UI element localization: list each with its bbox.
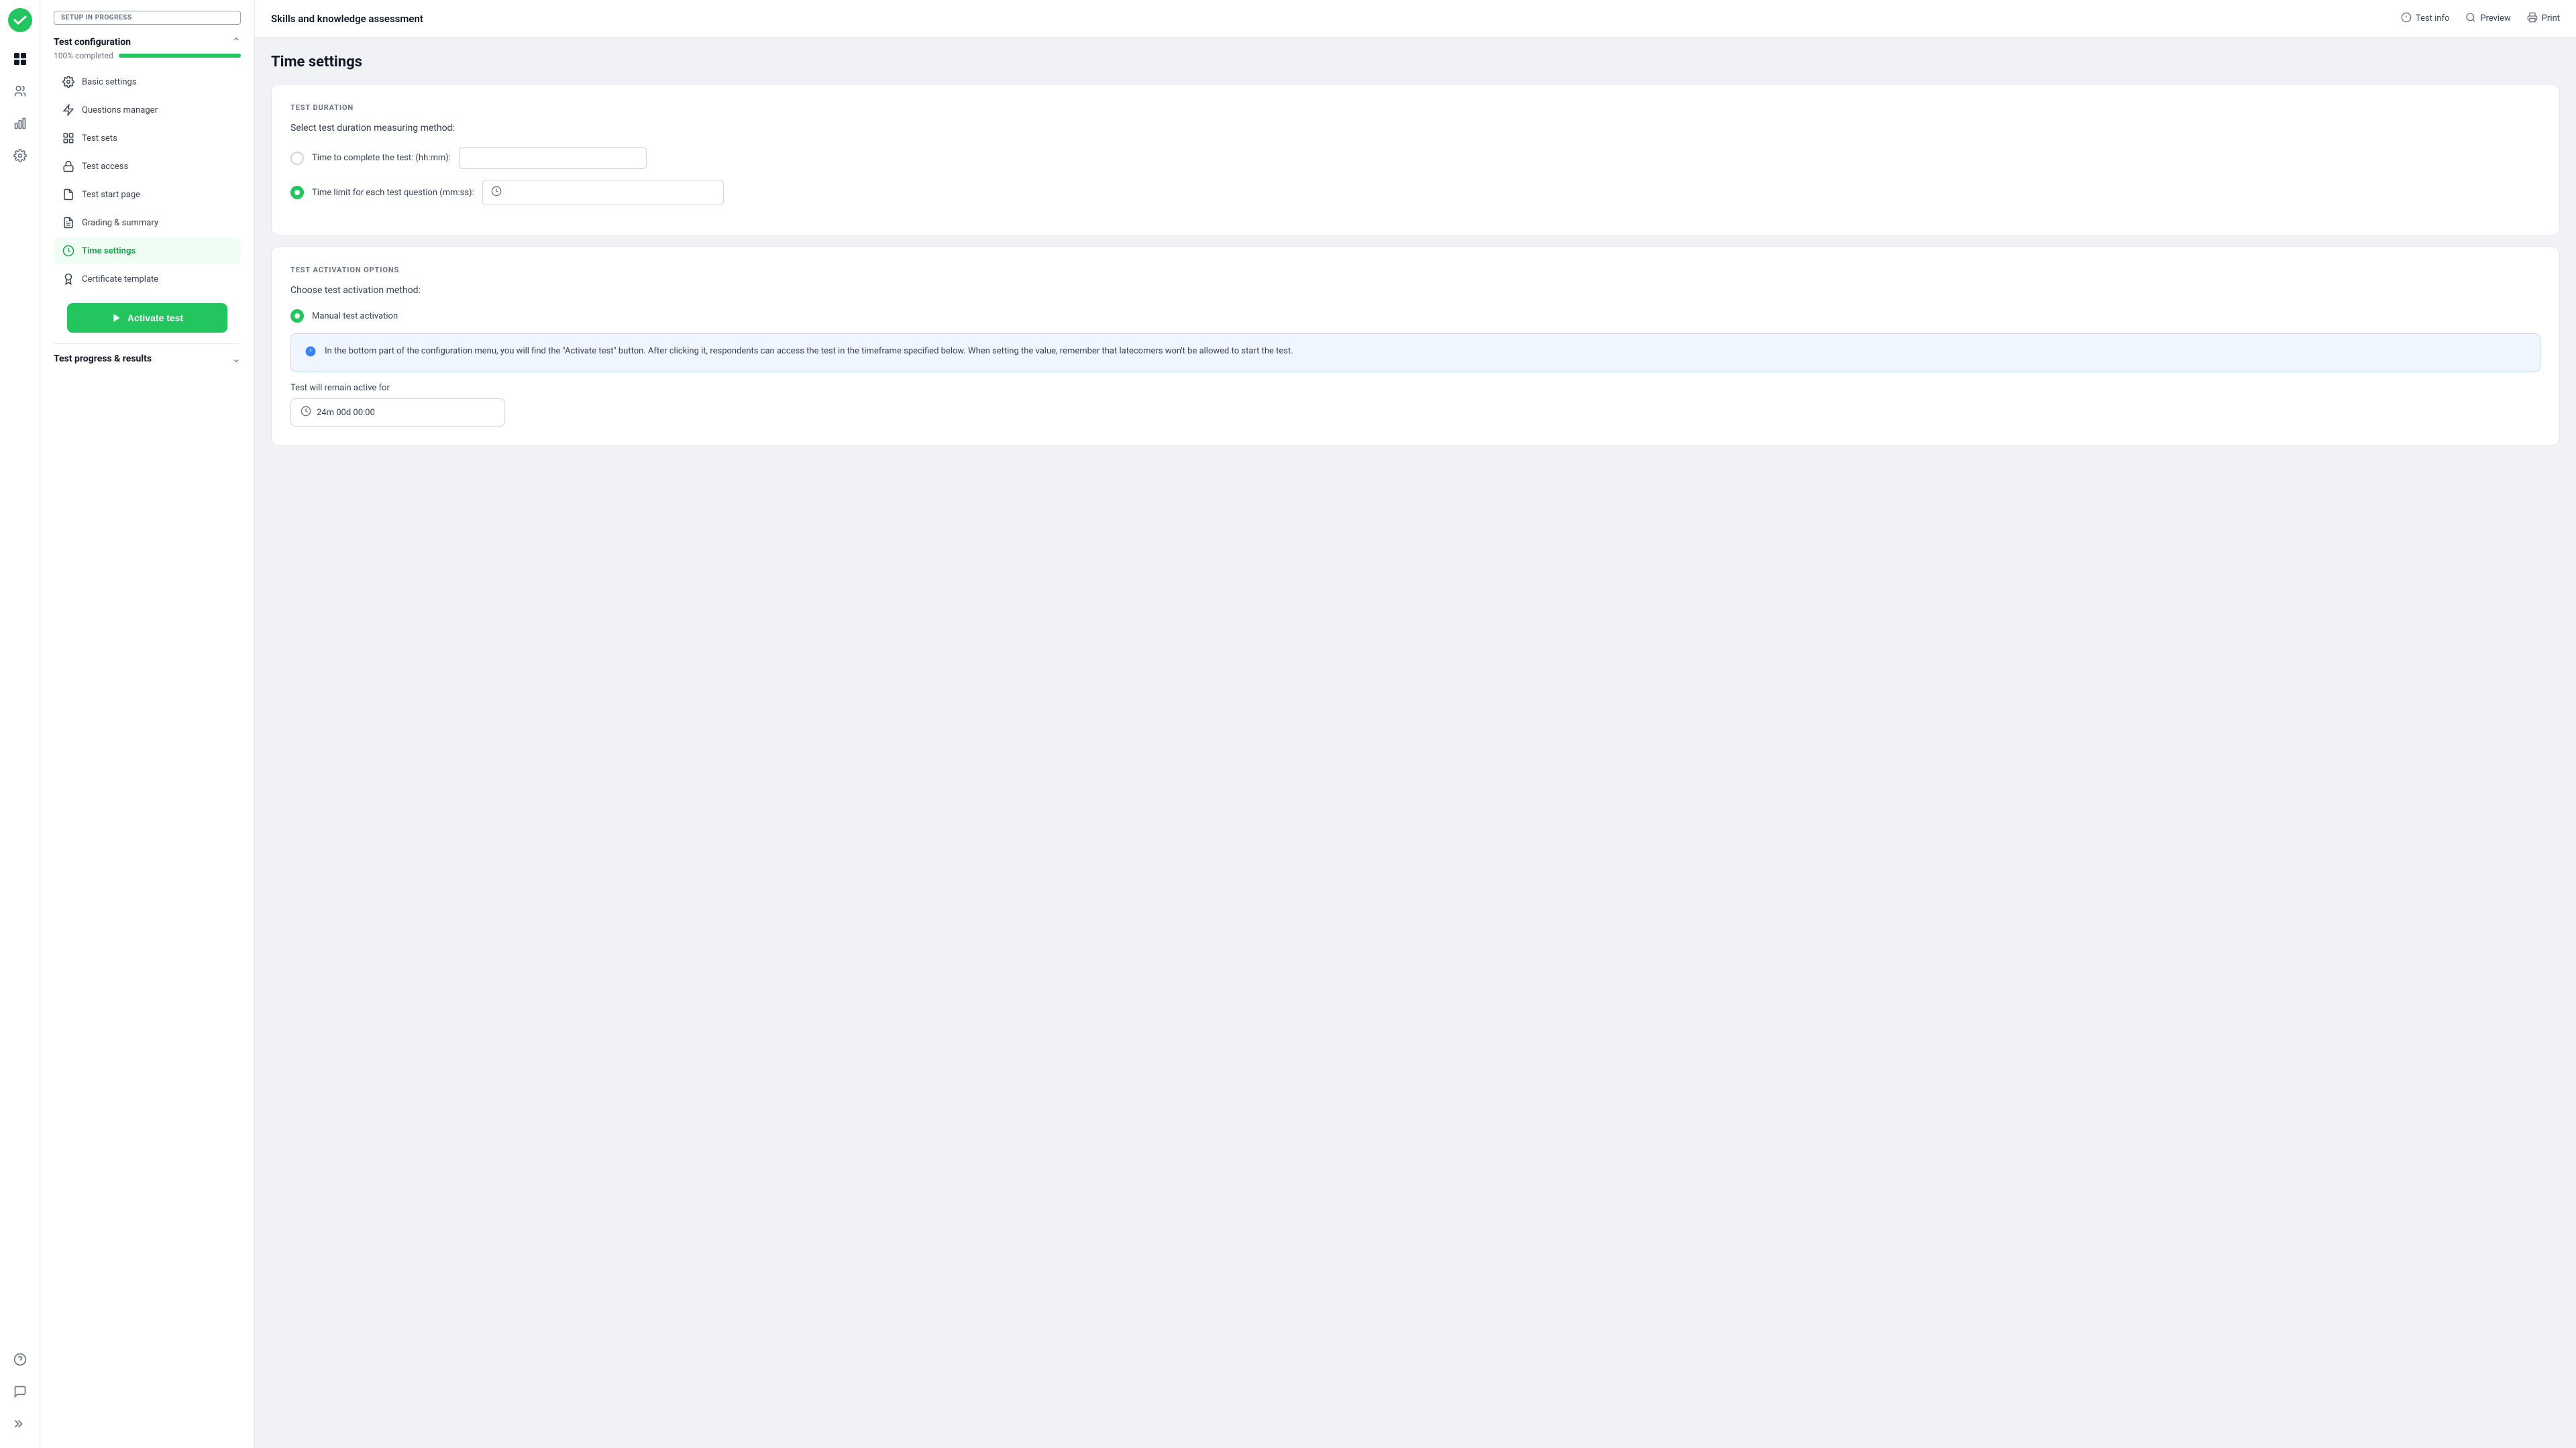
sidebar-item-time-settings[interactable]: Time settings — [54, 237, 241, 264]
questions-manager-icon — [62, 103, 75, 117]
top-bar-actions: Test info Preview — [2401, 12, 2560, 25]
sidebar-item-test-start-page[interactable]: Test start page — [54, 181, 241, 208]
test-info-action[interactable]: Test info — [2401, 12, 2449, 25]
nav-help-icon[interactable] — [7, 1346, 34, 1373]
duration-input-container[interactable]: 24m 00d 00:00 — [290, 398, 505, 427]
main-content: Time settings TEST DURATION Select test … — [255, 38, 2576, 1448]
grading-summary-label: Grading & summary — [82, 218, 158, 228]
certificate-template-label: Certificate template — [82, 274, 158, 284]
results-title: Test progress & results — [54, 353, 152, 364]
time-to-complete-input[interactable] — [459, 147, 647, 169]
test-sets-label: Test sets — [82, 133, 117, 144]
sidebar-item-test-sets[interactable]: Test sets — [54, 125, 241, 152]
print-label: Print — [2542, 13, 2560, 23]
nav-users-icon[interactable] — [7, 78, 34, 105]
test-access-icon — [62, 160, 75, 173]
sidebar-item-questions-manager[interactable]: Questions manager — [54, 97, 241, 123]
duration-field-label: Test will remain active for — [290, 383, 2540, 393]
time-per-question-radio[interactable] — [290, 186, 304, 199]
results-title-row: Test progress & results ⌄ — [54, 343, 241, 373]
info-icon — [305, 345, 317, 361]
test-sets-icon — [62, 131, 75, 145]
activate-test-button[interactable]: Activate test — [67, 303, 227, 333]
nav-dashboard-icon[interactable] — [7, 46, 34, 72]
test-duration-card: TEST DURATION Select test duration measu… — [271, 84, 2560, 235]
progress-row: 100% completed — [54, 51, 241, 60]
info-text: In the bottom part of the configuration … — [325, 345, 1293, 361]
test-duration-subtitle: Select test duration measuring method: — [290, 123, 2540, 133]
clock-icon — [491, 186, 502, 199]
test-info-icon — [2401, 12, 2412, 25]
results-section: Test progress & results ⌄ — [40, 343, 254, 384]
top-bar-title: Skills and knowledge assessment — [271, 13, 423, 25]
time-to-complete-row: Time to complete the test: (hh:mm): — [290, 147, 2540, 169]
duration-value: 24m 00d 00:00 — [317, 408, 375, 418]
time-settings-icon — [62, 244, 75, 258]
manual-activation-row: Manual test activation — [290, 309, 2540, 323]
time-per-question-label: Time limit for each test question (mm:ss… — [312, 188, 474, 198]
app-logo[interactable] — [8, 8, 32, 32]
test-start-page-label: Test start page — [82, 190, 140, 200]
preview-action[interactable]: Preview — [2465, 12, 2510, 25]
manual-activation-label: Manual test activation — [312, 311, 398, 321]
config-title: Test configuration — [54, 37, 131, 48]
activate-button-label: Activate test — [127, 313, 183, 323]
test-activation-label: TEST ACTIVATION OPTIONS — [290, 266, 2540, 274]
time-per-question-row: Time limit for each test question (mm:ss… — [290, 180, 2540, 205]
icon-nav — [0, 0, 40, 1448]
preview-label: Preview — [2480, 13, 2510, 23]
chevron-up-icon[interactable]: ⌃ — [232, 36, 241, 48]
config-title-row: Test configuration ⌃ — [54, 36, 241, 48]
preview-icon — [2465, 12, 2476, 25]
sidebar-item-grading-summary[interactable]: Grading & summary — [54, 209, 241, 236]
setup-badge: SETUP IN PROGRESS — [54, 11, 241, 25]
nav-settings-icon[interactable] — [7, 142, 34, 169]
grading-summary-icon — [62, 216, 75, 229]
time-settings-label: Time settings — [82, 246, 136, 256]
test-info-label: Test info — [2416, 13, 2449, 23]
test-start-page-icon — [62, 188, 75, 201]
questions-manager-label: Questions manager — [82, 105, 158, 115]
progress-bar-fill — [119, 54, 241, 58]
sidebar-item-test-access[interactable]: Test access — [54, 153, 241, 180]
basic-settings-label: Basic settings — [82, 77, 137, 87]
duration-clock-icon — [301, 406, 311, 419]
chevron-down-icon[interactable]: ⌄ — [232, 352, 241, 365]
nav-notifications-icon[interactable] — [7, 1378, 34, 1405]
top-bar: Skills and knowledge assessment Test inf… — [255, 0, 2576, 38]
sidebar-item-certificate-template[interactable]: Certificate template — [54, 266, 241, 292]
nav-analytics-icon[interactable] — [7, 110, 34, 137]
sidebar-item-basic-settings[interactable]: Basic settings — [54, 68, 241, 95]
certificate-template-icon — [62, 272, 75, 286]
info-box: In the bottom part of the configuration … — [290, 333, 2540, 372]
config-section: Test configuration ⌃ 100% completed Basi… — [40, 30, 254, 343]
test-access-label: Test access — [82, 162, 128, 172]
test-activation-subtitle: Choose test activation method: — [290, 285, 2540, 296]
print-action[interactable]: Print — [2527, 12, 2560, 25]
basic-settings-icon — [62, 75, 75, 89]
test-duration-label: TEST DURATION — [290, 103, 2540, 112]
page-title: Time settings — [271, 54, 2560, 70]
time-to-complete-label: Time to complete the test: (hh:mm): — [312, 153, 451, 163]
nav-expand-icon[interactable] — [7, 1410, 34, 1437]
sidebar: SETUP IN PROGRESS Test configuration ⌃ 1… — [40, 0, 255, 1448]
test-activation-card: TEST ACTIVATION OPTIONS Choose test acti… — [271, 246, 2560, 446]
time-to-complete-radio[interactable] — [290, 152, 304, 165]
main-area: Skills and knowledge assessment Test inf… — [255, 0, 2576, 1448]
print-icon — [2527, 12, 2538, 25]
progress-label: 100% completed — [54, 51, 113, 60]
progress-bar-bg — [119, 54, 241, 58]
manual-activation-radio[interactable] — [290, 309, 304, 323]
time-per-question-input-container — [482, 180, 724, 205]
